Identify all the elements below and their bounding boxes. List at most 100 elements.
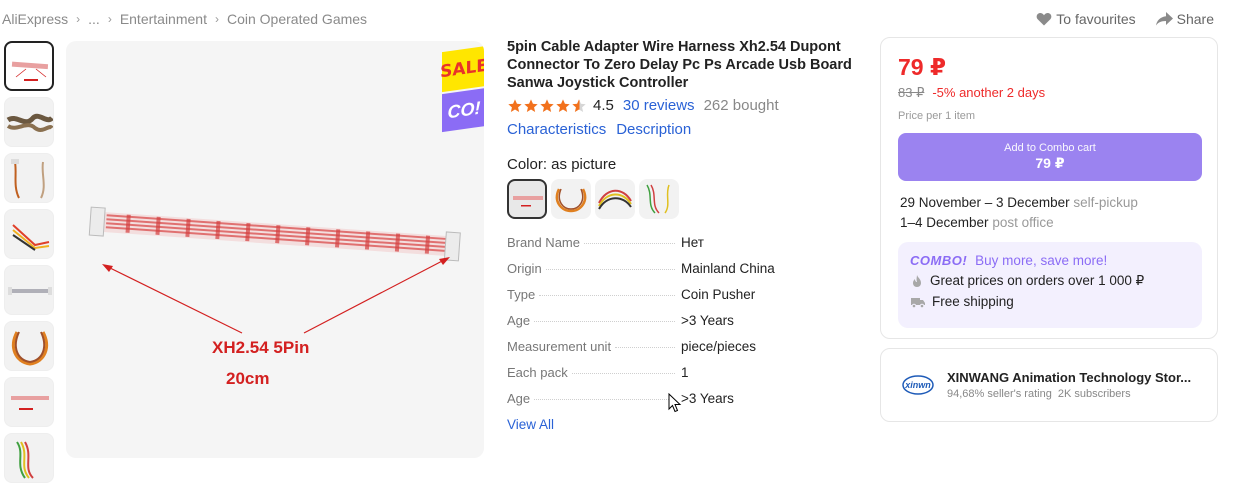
delivery-date: 29 November – 3 December (900, 195, 1070, 210)
combo-logo: COMBO! (910, 253, 968, 268)
thumbnail-4[interactable] (4, 209, 54, 259)
spec-dots (583, 243, 675, 244)
combo-benefit-shipping-text: Free shipping (932, 294, 1014, 309)
spec-dots (534, 321, 675, 322)
rating-row: 4.5 30 reviews 262 bought (507, 97, 857, 114)
spec-value: Mainland China (681, 261, 775, 276)
breadcrumb-item-coin-operated-games[interactable]: Coin Operated Games (227, 11, 367, 27)
share-button[interactable]: Share (1155, 11, 1214, 27)
spec-row: Brand Name Нет (507, 235, 857, 261)
breadcrumb-item-ellipsis[interactable]: ... (88, 11, 100, 27)
spec-dots (539, 295, 675, 296)
thumbnail-3[interactable] (4, 153, 54, 203)
star-icon (540, 98, 554, 112)
delivery-option-pickup[interactable]: 29 November – 3 December self-pickup (900, 193, 1200, 213)
main-product-image[interactable]: XH2.54 5Pin 20cm SALE CO! (66, 41, 484, 458)
breadcrumb-item-aliexpress[interactable]: AliExpress (2, 11, 68, 27)
spec-row: Each pack 1 (507, 365, 857, 391)
image-label-length: 20cm (226, 369, 270, 388)
thumbnail-2[interactable] (4, 97, 54, 147)
delivery-method: self-pickup (1073, 195, 1138, 210)
combo-header: COMBO! Buy more, save more! (910, 253, 1190, 268)
color-option-3[interactable] (595, 179, 635, 219)
color-option-1[interactable] (507, 179, 547, 219)
sale-badge: SALE CO! (440, 45, 484, 133)
spec-dots (571, 373, 675, 374)
spec-row: Age >3 Years (507, 313, 857, 339)
spec-value: >3 Years (681, 391, 734, 406)
thumbnail-6[interactable] (4, 321, 54, 371)
image-label-connector: XH2.54 5Pin (212, 338, 310, 357)
spec-row: Measurement unit piece/pieces (507, 339, 857, 365)
color-option-2[interactable] (551, 179, 591, 219)
mouse-cursor-icon (668, 393, 682, 413)
product-title: 5pin Cable Adapter Wire Harness Xh2.54 D… (507, 39, 852, 91)
specs-table: Brand Name Нет Origin Mainland China Type Coi… (507, 235, 857, 417)
star-icon (556, 98, 570, 112)
characteristics-link[interactable]: Characteristics (507, 121, 606, 138)
spec-value: Нет (681, 235, 704, 250)
delivery-option-post[interactable]: 1–4 December post office (900, 213, 1200, 233)
spec-value: piece/pieces (681, 339, 757, 354)
delivery-date: 1–4 December (900, 215, 989, 230)
heart-icon (1036, 12, 1052, 26)
color-options (507, 179, 857, 219)
favourites-label: To favourites (1056, 11, 1136, 27)
bought-count: 262 bought (703, 97, 779, 114)
store-info: XINWANG Animation Technology Stor... 94,… (947, 370, 1199, 400)
product-info: 5pin Cable Adapter Wire Harness Xh2.54 D… (507, 38, 857, 432)
thumbnail-8[interactable] (4, 433, 54, 483)
spec-dots (615, 347, 675, 348)
breadcrumb-item-entertainment[interactable]: Entertainment (120, 11, 207, 27)
reviews-link[interactable]: 30 reviews (623, 97, 695, 114)
combo-benefit-prices-text: Great prices on orders over 1 000 ₽ (930, 273, 1145, 288)
spec-value: Coin Pusher (681, 287, 756, 302)
flame-icon (913, 275, 921, 287)
spec-dots (534, 399, 675, 400)
price: 79 ₽ (898, 54, 946, 80)
combo-promo[interactable]: COMBO! Buy more, save more! Great prices… (898, 242, 1202, 328)
store-logo: xinwn (901, 368, 935, 402)
spec-value: >3 Years (681, 313, 734, 328)
spec-name: Age (507, 391, 681, 406)
section-links: Characteristics Description (507, 121, 857, 138)
combo-button-label: Add to Combo cart (1004, 142, 1096, 154)
description-link[interactable]: Description (616, 121, 691, 138)
product-actions: To favourites Share (1036, 11, 1214, 27)
spec-name-text: Measurement unit (507, 339, 612, 354)
delivery-options: 29 November – 3 December self-pickup 1–4… (898, 193, 1200, 233)
half-star-icon (572, 98, 586, 112)
view-all-link[interactable]: View All (507, 417, 857, 432)
price-per-item: Price per 1 item (898, 110, 976, 122)
favourites-button[interactable]: To favourites (1036, 11, 1136, 27)
old-price-row: 83 ₽ -5% another 2 days (898, 85, 1200, 101)
store-rating: 94,68% seller's rating (947, 388, 1052, 400)
store-logo-text: xinwn (904, 380, 931, 390)
rating-value: 4.5 (593, 97, 614, 114)
spec-name: Type (507, 287, 681, 302)
spec-name: Origin (507, 261, 681, 276)
spec-name-text: Age (507, 313, 531, 328)
sale-badge-bottom: CO! (442, 87, 484, 133)
store-name[interactable]: XINWANG Animation Technology Stor... (947, 370, 1199, 385)
spec-name-text: Brand Name (507, 235, 580, 250)
color-option-4[interactable] (639, 179, 679, 219)
color-label: Color: as picture (507, 156, 617, 173)
store-card[interactable]: xinwn XINWANG Animation Technology Stor.… (880, 348, 1218, 422)
spec-row: Type Coin Pusher (507, 287, 857, 313)
add-to-combo-cart-button[interactable]: Add to Combo cart 79 ₽ (898, 133, 1202, 181)
combo-benefit-shipping: Free shipping (910, 294, 1190, 309)
sale-badge-top: SALE (440, 45, 484, 93)
spec-name-text: Each pack (507, 365, 568, 380)
thumbnail-1[interactable] (4, 41, 54, 91)
thumbnail-5[interactable] (4, 265, 54, 315)
spec-name: Brand Name (507, 235, 681, 250)
rating-stars (507, 98, 587, 114)
chevron-right-icon: › (107, 12, 112, 26)
chevron-right-icon: › (76, 12, 81, 26)
thumbnail-7[interactable] (4, 377, 54, 427)
cable-illustration (88, 206, 461, 334)
share-icon (1155, 12, 1173, 26)
discount-label: -5% another 2 days (932, 85, 1046, 100)
spec-dots (545, 269, 675, 270)
